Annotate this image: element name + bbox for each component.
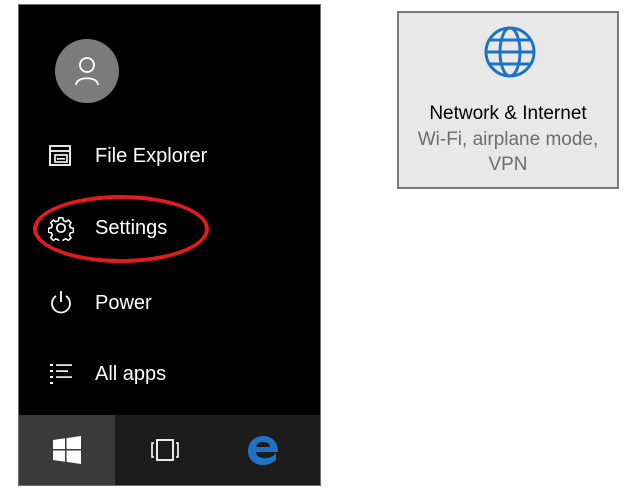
taskbar: [19, 415, 320, 485]
power-item[interactable]: Power: [47, 283, 152, 323]
network-internet-tile[interactable]: Network & Internet Wi-Fi, airplane mode,…: [397, 11, 619, 189]
all-apps-item[interactable]: All apps: [47, 354, 166, 394]
task-view-icon: [151, 439, 179, 461]
power-label: Power: [95, 291, 152, 314]
all-apps-icon: [47, 360, 75, 388]
user-avatar[interactable]: [55, 39, 119, 103]
tile-subtitle: Wi-Fi, airplane mode, VPN: [399, 127, 617, 177]
all-apps-label: All apps: [95, 362, 167, 385]
gear-icon: [47, 214, 75, 242]
user-icon: [75, 57, 99, 86]
power-icon: [47, 289, 75, 317]
globe-icon: [477, 19, 543, 85]
settings-item[interactable]: Settings: [47, 208, 167, 248]
tile-subtitle-line1: Wi-Fi, airplane mode,: [417, 129, 599, 150]
tile-subtitle-line2: VPN: [488, 154, 528, 175]
start-button[interactable]: [19, 415, 115, 485]
file-explorer-icon: [47, 142, 75, 170]
file-explorer-item[interactable]: File Explorer: [47, 136, 207, 176]
settings-label: Settings: [95, 216, 168, 239]
windows-start-icon: [53, 436, 81, 464]
edge-browser-icon: [248, 436, 278, 465]
tile-title: Network & Internet: [429, 103, 587, 124]
start-menu: File Explorer Settings Power All apps: [18, 4, 321, 486]
file-explorer-label: File Explorer: [95, 144, 208, 167]
task-view-button[interactable]: [117, 415, 213, 485]
edge-button[interactable]: [215, 415, 311, 485]
